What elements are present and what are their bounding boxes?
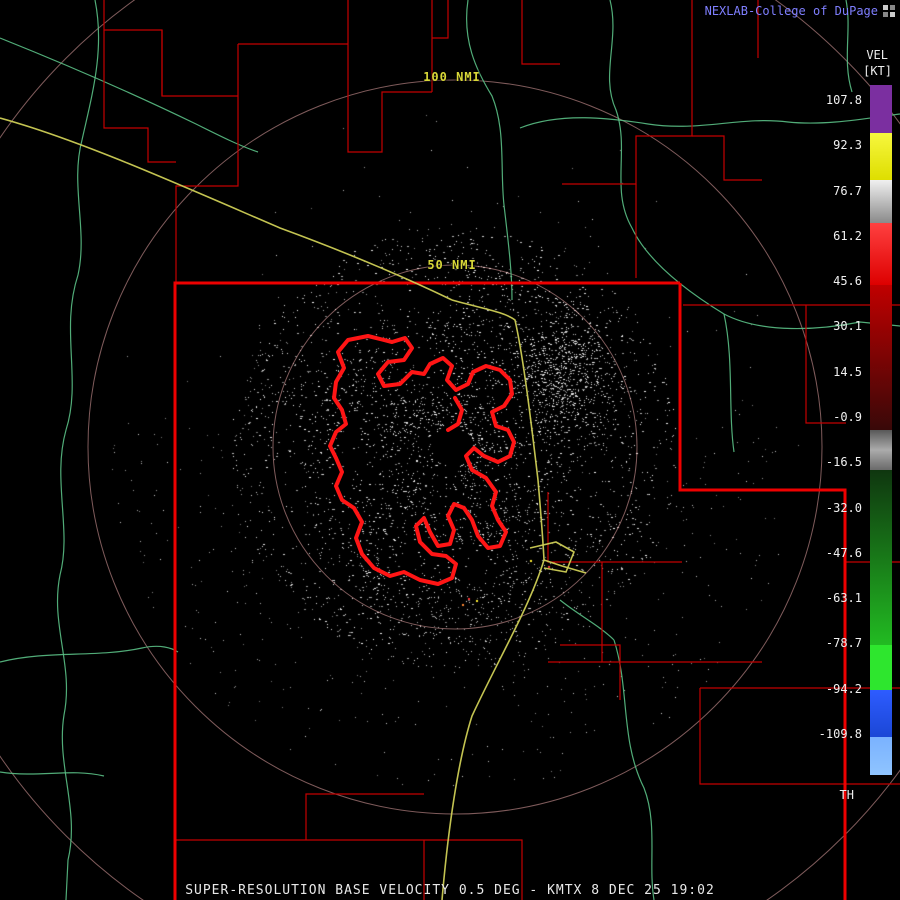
river-segment: [56, 0, 100, 900]
colorbar-tick: 45.6: [833, 274, 862, 289]
rivers: [0, 0, 900, 900]
river-segment: [0, 645, 179, 663]
county-boundaries: [103, 0, 900, 900]
county-line: [103, 0, 176, 163]
county-line: [347, 0, 432, 153]
colorbar-tick: -47.6: [825, 545, 862, 560]
colorbar-tick: 14.5: [833, 364, 862, 379]
cod-logo-icon: [883, 5, 895, 17]
range-ring-label-100nmi: 100 NMI: [423, 70, 481, 84]
colorbar-tick: -63.1: [825, 591, 862, 606]
county-line: [562, 0, 693, 185]
map-overlay: [0, 0, 900, 900]
radar-display: 100 NMI 50 NMI NEXLAB-College of DuPage …: [0, 0, 900, 900]
highway-segment: [0, 117, 453, 301]
county-line: [547, 492, 682, 563]
colorbar-tick: 30.1: [833, 319, 862, 334]
county-line: [175, 44, 239, 283]
state-boundaries: [173, 281, 847, 900]
colorbar-tick: -94.2: [825, 681, 862, 696]
range-rings: [0, 0, 900, 900]
colorbar-title: VEL: [866, 48, 888, 62]
river-segment: [466, 0, 513, 301]
county-line: [305, 793, 424, 840]
colorbar-ticks: 107.8 92.3 76.7 61.2 45.6 30.1 14.5 -0.9…: [812, 94, 862, 740]
warning-polygon-detail: [446, 396, 464, 432]
county-line: [521, 0, 560, 65]
brand-text: NEXLAB-College of DuPage: [704, 4, 878, 18]
colorbar-tick: -109.8: [818, 726, 862, 741]
colorbar-gradient: [870, 85, 892, 775]
range-ring-150nmi: [0, 0, 900, 900]
county-line: [601, 562, 762, 663]
county-line: [692, 135, 762, 181]
highway-segment: [441, 559, 545, 900]
colorbar-tick: 76.7: [833, 183, 862, 198]
range-ring-100nmi: [87, 79, 823, 815]
river-segment: [559, 599, 615, 641]
colorbar-tick: -0.9: [833, 409, 862, 424]
colorbar-tick: 61.2: [833, 228, 862, 243]
range-ring-label-50nmi: 50 NMI: [427, 258, 477, 272]
river-segment: [0, 37, 259, 153]
river-segment: [723, 313, 735, 453]
state-border-utah-west-north: [173, 281, 680, 900]
highway-segment: [529, 541, 576, 573]
colorbar-tick: -32.0: [825, 500, 862, 515]
colorbar-bottom-label: TH: [839, 788, 854, 802]
county-line: [432, 0, 449, 39]
county-line: [560, 644, 621, 700]
highways: [0, 117, 587, 900]
colorbar-tick: 92.3: [833, 138, 862, 153]
river-segment: [0, 771, 105, 777]
county-line: [104, 29, 238, 97]
colorbar-tick: 107.8: [825, 93, 862, 107]
colorbar-tick: -78.7: [825, 636, 862, 651]
colorbar-tick: -16.5: [825, 455, 862, 470]
colorbar-units: [KT]: [863, 64, 892, 78]
warning-polygon: [328, 334, 516, 586]
product-caption: SUPER-RESOLUTION BASE VELOCITY 0.5 DEG -…: [185, 883, 715, 898]
warning-polygon-outline: [328, 334, 516, 586]
